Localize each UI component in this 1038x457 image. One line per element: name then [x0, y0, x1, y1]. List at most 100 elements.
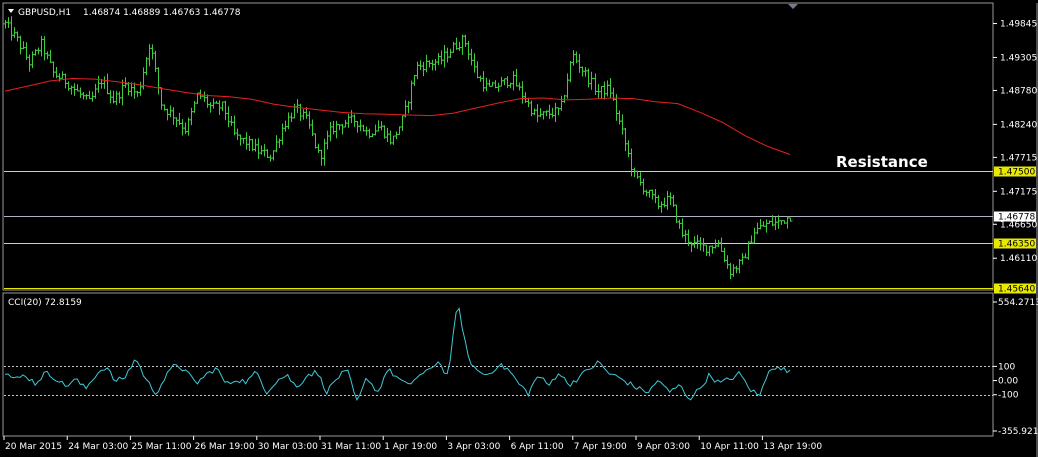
time-tick-label: 31 Mar 11:00	[321, 442, 381, 452]
ohlc-bar	[382, 125, 387, 139]
symbol-label: GBPUSD,H1	[18, 8, 71, 18]
ohlc-bar	[589, 71, 594, 90]
time-tick-label: 26 Mar 19:00	[195, 442, 255, 452]
ohlc-bar	[695, 234, 700, 249]
ohlc-bar	[466, 40, 471, 60]
ohlc-bar	[547, 104, 552, 119]
shift-marker-icon[interactable]	[788, 4, 798, 9]
ohlc-bar	[117, 91, 122, 104]
ohlc-bar	[129, 82, 134, 97]
ohlc-bar	[758, 218, 763, 230]
ohlc-bar	[415, 61, 420, 80]
ohlc-bar	[132, 82, 137, 99]
cci-tick-label: -100	[998, 391, 1019, 401]
ohlc-bar	[472, 53, 477, 73]
ohlc-bar	[379, 121, 384, 131]
ohlc-bar	[731, 264, 736, 277]
ohlc-bar	[247, 135, 252, 151]
ohlc-bar	[397, 126, 402, 135]
ohlc-bar	[457, 41, 462, 51]
ohlc-bar	[764, 219, 769, 233]
ohlc-bar	[171, 107, 176, 125]
ohlc-bar	[346, 113, 351, 128]
time-tick-label: 9 Apr 03:00	[637, 442, 690, 452]
ohlc-bar	[87, 90, 92, 100]
ohlc-bar	[641, 178, 646, 195]
ohlc-bar	[78, 87, 83, 99]
ohlc-bar	[220, 101, 225, 112]
cci-tick-label: 0.00	[998, 377, 1018, 387]
horizontal-levels[interactable]	[4, 171, 993, 289]
ohlc-bar	[725, 255, 730, 269]
ohlc-bar	[295, 99, 300, 113]
ohlc-bar	[274, 135, 279, 153]
ohlc-bar	[105, 73, 110, 95]
ohlc-bar	[565, 73, 570, 99]
ohlc-bar	[319, 149, 324, 166]
ohlc-bar	[427, 60, 432, 68]
ohlc-bar	[280, 123, 285, 145]
time-tick-label: 1 Apr 19:00	[384, 442, 437, 452]
ohlc-bar	[773, 216, 778, 230]
ohlc-bar	[51, 61, 56, 78]
ohlc-bar	[370, 133, 375, 138]
ohlc-bar	[244, 132, 249, 150]
ohlc-bar	[66, 81, 71, 91]
ohlc-bar	[96, 75, 101, 93]
ohlc-bar	[577, 53, 582, 73]
ohlc-bar	[475, 61, 480, 79]
ohlc-bar	[487, 79, 492, 87]
ohlc-bar	[418, 60, 423, 71]
price-labels: 1.47500 1.46350 1.45640 1.46778	[994, 166, 1036, 295]
ohlc-bar	[421, 61, 426, 77]
ohlc-bar	[189, 107, 194, 126]
ohlc-bar	[571, 50, 576, 66]
ohlc-bar	[608, 78, 613, 98]
ohlc-bar	[313, 133, 318, 149]
ohlc-bar	[776, 215, 781, 229]
ohlc-bar	[526, 97, 531, 108]
ohlc-bar	[788, 217, 793, 222]
ohlc-bar	[138, 81, 143, 96]
ohlc-bar	[469, 48, 474, 66]
ohlc-bar	[63, 73, 68, 89]
ohlc-bar	[126, 81, 131, 96]
ohlc-bar	[502, 78, 507, 86]
ohlc-bar	[205, 94, 210, 108]
ohlc-bar	[532, 108, 537, 116]
chart-canvas[interactable]: GBPUSD,H1 1.46874 1.46889 1.46763 1.4677…	[0, 0, 1038, 457]
ohlc-bar	[632, 167, 637, 178]
dropdown-arrow-icon[interactable]	[8, 9, 14, 13]
ohlc-bar	[683, 229, 688, 243]
ohlc-bar	[174, 117, 179, 127]
ohlc-bar	[202, 91, 207, 102]
ohlc-bar	[15, 31, 20, 42]
resistance-annotation: Resistance	[836, 153, 928, 171]
ohlc-bar	[180, 119, 185, 136]
ohlc-bar	[9, 16, 14, 41]
ohlc-bar	[680, 218, 685, 238]
price-tick-label: 1.48240	[1000, 120, 1037, 130]
ohlc-bar	[156, 67, 161, 95]
ohlc-bar	[271, 150, 276, 161]
time-tick-label: 25 Mar 11:00	[131, 442, 191, 452]
ohlc-bar	[553, 102, 558, 122]
ohlc-bar	[355, 120, 360, 133]
ohlc-bar	[409, 80, 414, 111]
ohlc-bar	[433, 59, 438, 71]
time-tick-label: 24 Mar 03:00	[68, 442, 128, 452]
ohlc-bar	[147, 44, 152, 67]
cci-label: CCI(20) 72.8159	[8, 298, 82, 308]
price-panel-frame	[2, 2, 994, 291]
ohlc-bar	[586, 68, 591, 88]
ohlc-bar	[186, 117, 191, 136]
ohlc-bar	[159, 87, 164, 110]
ohlc-bar	[367, 128, 372, 139]
ohlc-bar	[599, 85, 604, 99]
ohlc-bar	[436, 52, 441, 65]
price-tick-label: 1.46110	[1000, 254, 1037, 264]
ohlc-bar	[292, 103, 297, 119]
ohlc-bar	[208, 102, 213, 113]
ohlc-bar	[18, 35, 23, 55]
ohlc-bar	[448, 48, 453, 59]
